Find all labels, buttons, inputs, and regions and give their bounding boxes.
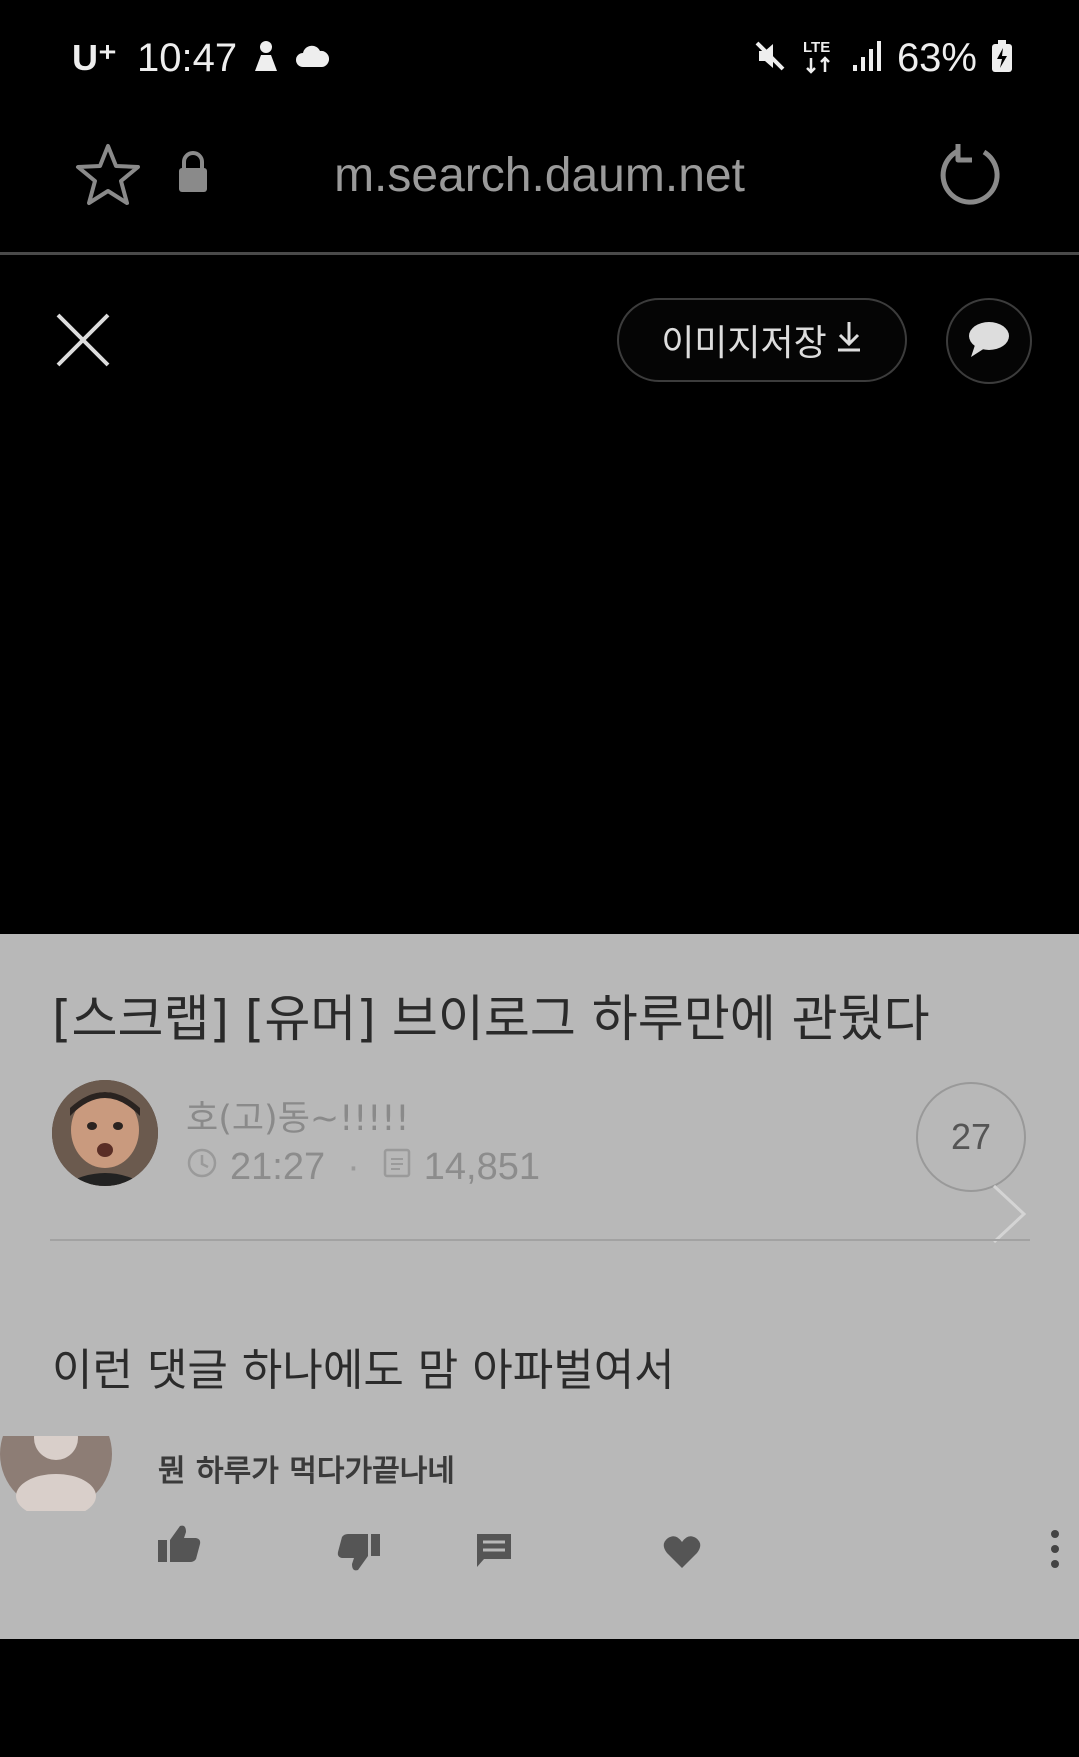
- status-left: U⁺ 10:47: [72, 30, 330, 86]
- person-icon: [251, 39, 281, 77]
- save-image-label: 이미지저장: [661, 323, 827, 364]
- comment-count-badge: 27: [916, 1082, 1026, 1192]
- thumbs-down-icon: [336, 1532, 382, 1578]
- clock-icon: [186, 1146, 218, 1189]
- viewer-bottom: [0, 1639, 1079, 1757]
- url-text[interactable]: m.search.daum.net: [0, 148, 1079, 203]
- meta-separator: ·: [347, 1146, 360, 1188]
- cloud-icon: [295, 43, 330, 73]
- image-viewer: 이미지저장: [0, 255, 1079, 935]
- post-screenshot: [스크랩] [유머] 브이로그 하루만에 관뒀다 호(고)동~!!!!! 21:…: [0, 934, 1079, 1639]
- mute-icon: [753, 39, 787, 77]
- views-icon: [382, 1146, 412, 1189]
- reload-icon[interactable]: [936, 140, 1006, 214]
- battery-percent: 63%: [896, 35, 977, 80]
- download-icon: [835, 319, 863, 362]
- heart-icon: [662, 1534, 702, 1574]
- reply-icon: [474, 1531, 514, 1573]
- post-caption: 이런 댓글 하나에도 맘 아파벌여서: [52, 1345, 675, 1396]
- comment-button[interactable]: [946, 298, 1032, 384]
- post-meta: 21:27 · 14,851: [186, 1146, 540, 1189]
- divider: [50, 1239, 1030, 1241]
- more-options-icon: [1048, 1528, 1062, 1574]
- svg-text:LTE: LTE: [803, 39, 830, 56]
- post-title: [스크랩] [유머] 브이로그 하루만에 관뒀다: [52, 990, 930, 1048]
- save-image-button[interactable]: 이미지저장: [617, 298, 907, 382]
- author-avatar: [52, 1080, 158, 1186]
- post-time: 21:27: [230, 1146, 326, 1188]
- battery-charging-icon: [991, 39, 1013, 77]
- status-bar: U⁺ 10:47 LTE 63%: [0, 0, 1079, 118]
- browser-address-bar: m.search.daum.net: [0, 118, 1079, 255]
- lte-icon: LTE: [801, 36, 837, 80]
- thumbs-up-icon: [156, 1522, 202, 1568]
- carrier-label: U⁺: [72, 37, 117, 78]
- status-right: LTE 63%: [753, 30, 1013, 86]
- clock: 10:47: [137, 35, 238, 80]
- signal-icon: [851, 39, 883, 77]
- comment-icon: [967, 319, 1011, 363]
- author-name: 호(고)동~!!!!!: [186, 1099, 410, 1139]
- close-icon[interactable]: [54, 311, 112, 373]
- commenter-avatar: [0, 1436, 112, 1511]
- comment-text: 뭔 하루가 먹다가끝나네: [158, 1454, 455, 1489]
- view-count: 14,851: [423, 1146, 540, 1188]
